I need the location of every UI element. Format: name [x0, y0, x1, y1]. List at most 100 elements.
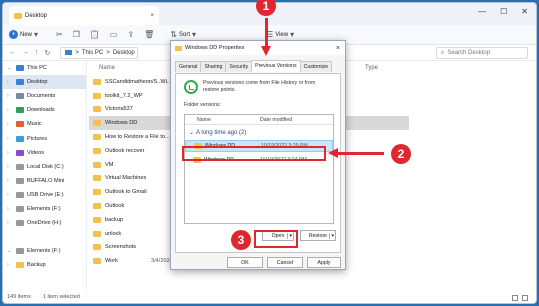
- chevron-right-icon[interactable]: ›: [7, 107, 13, 113]
- chevron-down-icon[interactable]: ⌄: [7, 65, 13, 71]
- chevron-right-icon[interactable]: ›: [7, 121, 13, 127]
- description: Previous versions come from File History…: [176, 74, 340, 100]
- chevron-right-icon[interactable]: ›: [7, 164, 13, 170]
- restore-button[interactable]: Restore: [300, 230, 336, 241]
- new-button[interactable]: + New ▾: [9, 30, 38, 39]
- sidebar-item-label: Backup: [27, 262, 46, 269]
- versions-col-date[interactable]: Date modified: [260, 117, 292, 123]
- dialog-title-bar: Windows DD Properties ×: [171, 41, 345, 55]
- sidebar-item-label: Downloads: [27, 107, 55, 114]
- sidebar-item[interactable]: › OneDrive (H:): [3, 216, 86, 230]
- tab-previous-versions[interactable]: Previous Versions: [251, 60, 301, 72]
- file-name: Work: [105, 258, 118, 265]
- sidebar-icon: [16, 205, 24, 212]
- refresh-icon[interactable]: ↻: [45, 49, 51, 57]
- versions-col-name[interactable]: Name: [197, 117, 211, 123]
- sidebar-icon: [16, 248, 24, 255]
- sidebar-item[interactable]: › Pictures: [3, 131, 86, 145]
- sort-icon: ⇅: [170, 30, 177, 39]
- chevron-right-icon[interactable]: ›: [7, 220, 13, 226]
- description-text: Previous versions come from File History…: [203, 80, 316, 93]
- status-bar: 149 items 1 item selected: [3, 291, 536, 303]
- sidebar-item[interactable]: ⌄ Elements (F:): [3, 244, 86, 258]
- chevron-right-icon[interactable]: ›: [7, 93, 13, 99]
- folder-icon: [14, 12, 22, 19]
- chevron-down-icon[interactable]: ⌄: [7, 248, 13, 254]
- sidebar-icon: [16, 234, 24, 241]
- tiles-view-icon[interactable]: [522, 295, 528, 301]
- sidebar-item[interactable]: › Local Disk (C:): [3, 160, 86, 174]
- apply-button[interactable]: Apply: [307, 257, 341, 268]
- tab-customize[interactable]: Customize: [299, 61, 333, 72]
- version-group-header[interactable]: ⌄ A long time ago (2): [185, 127, 333, 138]
- sidebar-item[interactable]: › BUFFALO Mini: [3, 174, 86, 188]
- sort-button[interactable]: ⇅ Sort ▾: [170, 30, 196, 39]
- folder-icon: [93, 147, 101, 154]
- sidebar-item[interactable]: › Downloads: [3, 103, 86, 117]
- folder-icon: [93, 106, 101, 113]
- sidebar-item[interactable]: › Videos: [3, 146, 86, 160]
- share-icon[interactable]: ⇪: [127, 30, 134, 39]
- folder-icon: [93, 230, 101, 237]
- search-input[interactable]: ⌕ Search Desktop: [436, 47, 528, 59]
- sidebar-item[interactable]: › Documents: [3, 89, 86, 103]
- dialog-title: Windows DD Properties: [185, 45, 245, 51]
- chevron-down-icon: ▾: [34, 30, 39, 39]
- chevron-right-icon[interactable]: ›: [7, 262, 13, 268]
- tab-close-button[interactable]: ×: [150, 13, 154, 19]
- sidebar-item[interactable]: › Backup: [3, 258, 86, 272]
- file-name: Virtual Machines: [105, 175, 147, 182]
- sidebar-item-label: BUFFALO Mini: [27, 177, 65, 184]
- column-type[interactable]: Type: [365, 65, 378, 71]
- paste-icon[interactable]: 📋: [90, 30, 100, 39]
- chevron-right-icon[interactable]: ›: [7, 192, 13, 198]
- dialog-tabs: General Sharing Security Previous Versio…: [171, 55, 345, 73]
- selected-count: 1 item selected: [42, 294, 80, 300]
- rename-icon[interactable]: ▭: [110, 30, 118, 39]
- copy-icon[interactable]: ❐: [73, 30, 80, 39]
- minimize-button[interactable]: —: [478, 7, 486, 16]
- sidebar-item-label: Music: [27, 121, 42, 128]
- chevron-right-icon[interactable]: ›: [7, 150, 13, 156]
- view-button[interactable]: ☰ View ▾: [266, 30, 294, 39]
- crumb-this-pc[interactable]: This PC: [82, 50, 103, 56]
- ok-button[interactable]: OK: [227, 257, 263, 268]
- search-placeholder: Search Desktop: [447, 50, 491, 56]
- close-button[interactable]: ✕: [521, 7, 528, 16]
- cut-icon[interactable]: ✂: [56, 30, 63, 39]
- view-toggle: [512, 295, 528, 301]
- view-label: View: [275, 31, 289, 38]
- sidebar-icon: [16, 79, 24, 86]
- up-arrow-icon[interactable]: ↑: [35, 49, 39, 56]
- forward-arrow-icon[interactable]: →: [22, 49, 29, 56]
- maximize-button[interactable]: ☐: [500, 7, 507, 16]
- file-name: VM: [105, 161, 114, 168]
- chevron-right-icon[interactable]: ›: [7, 206, 13, 212]
- crumb-desktop[interactable]: Desktop: [113, 50, 135, 56]
- sidebar-item-label: Elements (F:): [27, 248, 61, 255]
- breadcrumb[interactable]: > This PC > Desktop: [60, 46, 139, 59]
- sidebar-item[interactable]: › Elements (F:): [3, 202, 86, 216]
- sidebar-item[interactable]: ⌄ This PC: [3, 61, 86, 75]
- file-name: Victoria537: [105, 106, 133, 113]
- dialog-close-button[interactable]: ×: [336, 45, 340, 52]
- folder-icon: [93, 258, 101, 265]
- chevron-right-icon[interactable]: ›: [7, 136, 13, 142]
- tab-sharing[interactable]: Sharing: [200, 61, 227, 72]
- arrow-2-shaft: [338, 152, 384, 155]
- tab-security[interactable]: Security: [225, 61, 253, 72]
- cancel-button[interactable]: Cancel: [267, 257, 303, 268]
- back-arrow-icon[interactable]: ←: [9, 49, 16, 56]
- tab-desktop[interactable]: Desktop ×: [9, 6, 159, 25]
- tab-general[interactable]: General: [175, 61, 202, 72]
- highlight-version-row: [182, 146, 326, 161]
- delete-icon[interactable]: 🗑: [144, 30, 154, 39]
- file-name: Outlook recover: [105, 147, 145, 154]
- details-view-icon[interactable]: [512, 295, 518, 301]
- sidebar-item[interactable]: › Music: [3, 117, 86, 131]
- chevron-right-icon[interactable]: ›: [7, 178, 13, 184]
- sidebar-icon: [16, 220, 24, 227]
- sidebar-item[interactable]: › USB Drive (E:): [3, 188, 86, 202]
- chevron-right-icon[interactable]: ›: [7, 79, 13, 85]
- sidebar-item[interactable]: › Desktop: [3, 75, 86, 90]
